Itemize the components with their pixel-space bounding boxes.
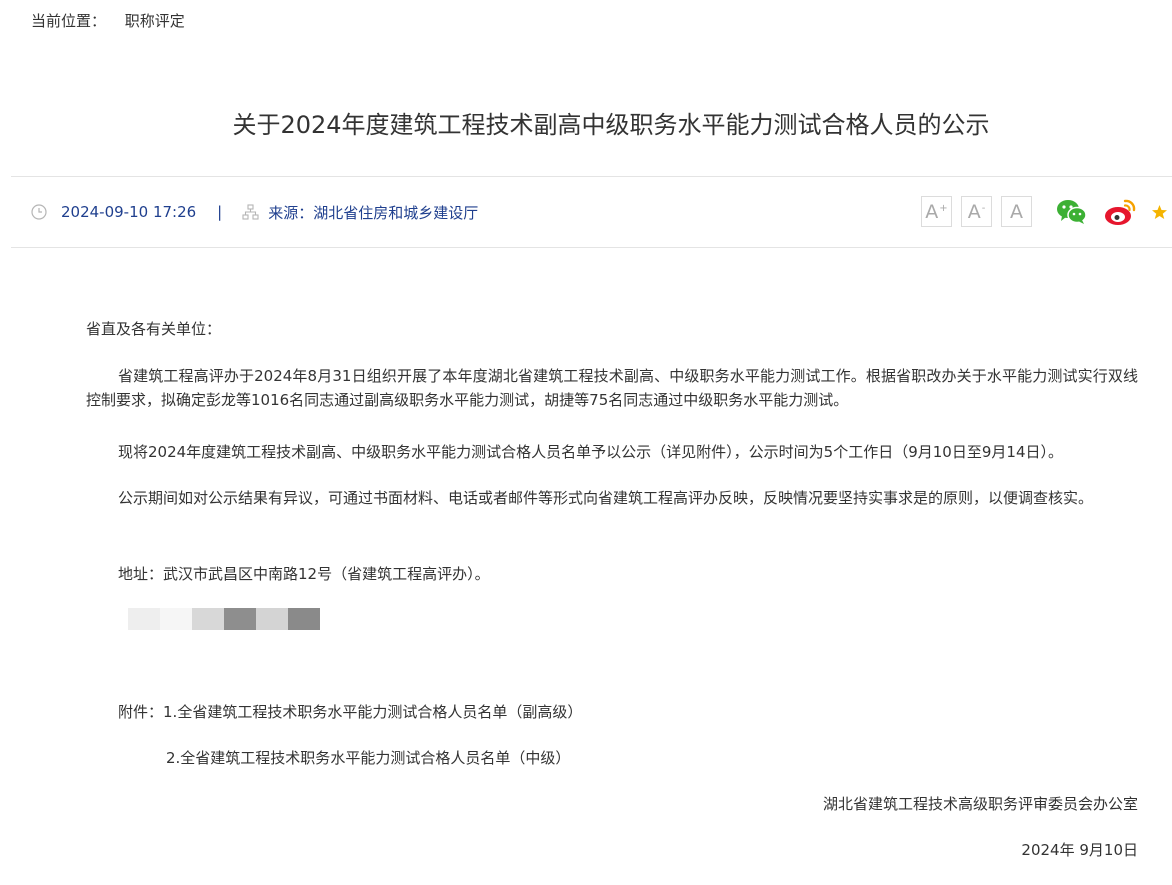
- breadcrumb: 当前位置： 职称评定: [31, 10, 185, 32]
- meta-separator: |: [217, 203, 223, 221]
- redacted-contact: [128, 608, 320, 630]
- font-size-controls: A + A- A: [921, 196, 1041, 227]
- signature: 湖北省建筑工程技术高级职务评审委员会办公室: [822, 795, 1138, 813]
- attachment-1-link[interactable]: 1.全省建筑工程技术职务水平能力测试合格人员名单（副高级）: [163, 703, 582, 721]
- publish-datetime: 2024-09-10 17:26: [61, 203, 197, 221]
- article-source: 来源：湖北省住房和城乡建设厅: [268, 203, 479, 222]
- breadcrumb-current-link[interactable]: 职称评定: [125, 12, 185, 30]
- weibo-icon[interactable]: [1103, 196, 1137, 228]
- article-meta: 2024-09-10 17:26 | 来源：湖北省住房和城乡建设厅: [31, 199, 478, 225]
- favorite-icon[interactable]: [1151, 196, 1168, 228]
- signature-date: 2024年 9月10日: [1021, 841, 1138, 859]
- font-decrease-button[interactable]: A-: [961, 196, 992, 227]
- divider-bottom: [11, 247, 1172, 248]
- article-title: 关于2024年度建筑工程技术副高中级职务水平能力测试合格人员的公示: [232, 111, 990, 139]
- divider-top: [11, 176, 1172, 177]
- paragraph-2: 现将2024年度建筑工程技术副高、中级职务水平能力测试合格人员名单予以公示（详见…: [118, 443, 1063, 461]
- breadcrumb-label: 当前位置：: [31, 12, 107, 30]
- wechat-icon[interactable]: [1055, 196, 1089, 228]
- attachment-label: 附件：: [118, 703, 164, 721]
- attachment-2: 2.全省建筑工程技术职务水平能力测试合格人员名单（中级）: [166, 746, 570, 770]
- clock-icon: [31, 204, 47, 220]
- source-icon: [242, 203, 259, 220]
- font-reset-button[interactable]: A: [1001, 196, 1032, 227]
- share-bar: [1055, 196, 1168, 228]
- paragraph-1: 省建筑工程高评办于2024年8月31日组织开展了本年度湖北省建筑工程技术副高、中…: [86, 367, 1138, 409]
- paragraph-3: 公示期间如对公示结果有异议，可通过书面材料、电话或者邮件等形式向省建筑工程高评办…: [118, 489, 1094, 507]
- salutation: 省直及各有关单位：: [86, 320, 222, 338]
- font-increase-button[interactable]: A +: [921, 196, 952, 227]
- attachment-1: 附件：1.全省建筑工程技术职务水平能力测试合格人员名单（副高级）: [118, 700, 582, 724]
- attachment-2-link[interactable]: 2.全省建筑工程技术职务水平能力测试合格人员名单（中级）: [166, 749, 570, 767]
- address: 地址：武汉市武昌区中南路12号（省建筑工程高评办）。: [118, 565, 490, 583]
